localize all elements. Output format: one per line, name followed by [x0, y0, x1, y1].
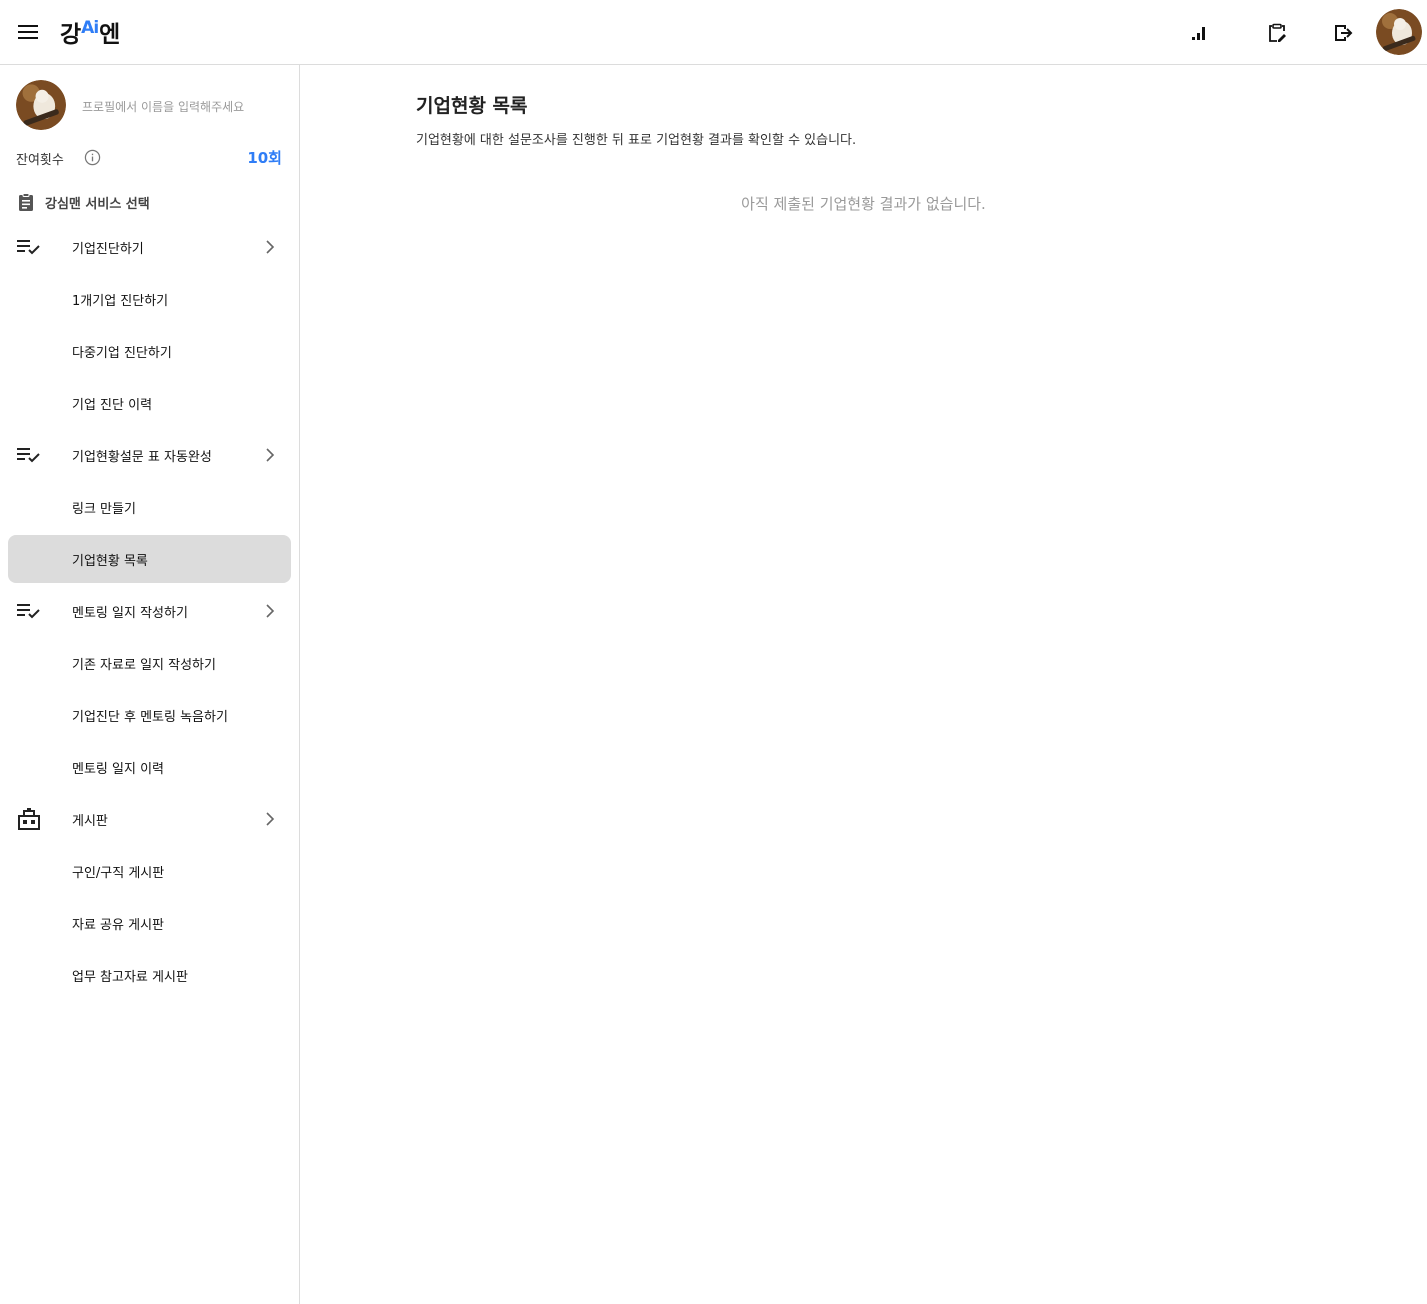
- nav-label: 기업진단 후 멘토링 녹음하기: [72, 709, 228, 725]
- nav-label: 다중기업 진단하기: [72, 345, 172, 361]
- nav-item-multi-diagnosis[interactable]: 다중기업 진단하기: [8, 327, 291, 375]
- menu-icon: [18, 25, 38, 39]
- nav-item-diagnosis-history[interactable]: 기업 진단 이력: [8, 379, 291, 427]
- nav-group-mentoring-log[interactable]: 멘토링 일지 작성하기: [8, 587, 291, 635]
- empty-state-message: 아직 제출된 기업현황 결과가 없습니다.: [741, 195, 986, 213]
- profile-avatar[interactable]: [16, 80, 66, 130]
- remaining-count-value: 10회: [247, 149, 282, 167]
- nav-item-mentoring-history[interactable]: 멘토링 일지 이력: [8, 743, 291, 791]
- checklist-icon: [17, 448, 40, 463]
- nav-item-log-from-existing[interactable]: 기존 자료로 일지 작성하기: [8, 639, 291, 687]
- nav-label: 링크 만들기: [72, 501, 136, 517]
- nav-item-make-link[interactable]: 링크 만들기: [8, 483, 291, 531]
- nav-label: 1개기업 진단하기: [72, 293, 169, 309]
- stats-button[interactable]: [1184, 18, 1214, 48]
- clipboard-edit-icon: [1269, 23, 1286, 42]
- service-section-header: 강심맨 서비스 선택: [16, 192, 150, 212]
- sidebar: 프로필에서 이름을 입력해주세요 잔여횟수 10회 강심맨 서비스 선택 기업진…: [0, 65, 300, 1304]
- logo-text-right: 엔: [99, 22, 120, 48]
- checklist-icon: [17, 604, 40, 619]
- section-title: 강심맨 서비스 선택: [45, 196, 150, 212]
- profile-name-placeholder: 프로필에서 이름을 입력해주세요: [82, 100, 245, 114]
- chevron-right-icon: [266, 448, 275, 462]
- nav-label: 업무 참고자료 게시판: [72, 969, 188, 985]
- nav-label: 멘토링 일지 이력: [72, 761, 164, 777]
- app-logo[interactable]: 강 Ai 엔: [60, 14, 120, 50]
- checklist-icon: [17, 240, 40, 255]
- bar-chart-icon: [1192, 27, 1205, 40]
- nav-group-diagnosis[interactable]: 기업진단하기: [8, 223, 291, 271]
- logo-text-left: 강: [60, 22, 81, 48]
- remaining-count-label: 잔여횟수: [16, 153, 64, 168]
- nav-group-survey-autofill[interactable]: 기업현황설문 표 자동완성: [8, 431, 291, 479]
- nav-label: 기존 자료로 일지 작성하기: [72, 657, 216, 673]
- nav-label: 기업현황 목록: [72, 553, 148, 569]
- top-bar: 강 Ai 엔: [0, 0, 1427, 65]
- nav-label: 기업현황설문 표 자동완성: [72, 449, 212, 465]
- chevron-right-icon: [266, 812, 275, 826]
- nav-label: 기업진단하기: [72, 241, 144, 257]
- chevron-right-icon: [266, 240, 275, 254]
- nav-item-reference-board[interactable]: 업무 참고자료 게시판: [8, 951, 291, 999]
- building-icon: [18, 808, 40, 830]
- logout-button[interactable]: [1328, 18, 1358, 48]
- page-title: 기업현황 목록: [416, 95, 528, 117]
- chevron-right-icon: [266, 604, 275, 618]
- nav-item-share-board[interactable]: 자료 공유 게시판: [8, 899, 291, 947]
- nav-item-single-diagnosis[interactable]: 1개기업 진단하기: [8, 275, 291, 323]
- nav-item-record-mentoring[interactable]: 기업진단 후 멘토링 녹음하기: [8, 691, 291, 739]
- nav-group-board[interactable]: 게시판: [8, 795, 291, 843]
- logo-text-ai: Ai: [81, 18, 99, 38]
- nav-label: 게시판: [72, 813, 108, 829]
- info-icon[interactable]: [84, 149, 101, 166]
- page-description: 기업현황에 대한 설문조사를 진행한 뒤 표로 기업현황 결과를 확인할 수 있…: [416, 133, 857, 148]
- nav-label: 멘토링 일지 작성하기: [72, 605, 188, 621]
- nav-item-job-board[interactable]: 구인/구직 게시판: [8, 847, 291, 895]
- clipboard-icon: [19, 193, 33, 211]
- menu-button[interactable]: [14, 18, 42, 46]
- nav-label: 기업 진단 이력: [72, 397, 153, 413]
- nav-label: 자료 공유 게시판: [72, 917, 164, 933]
- logout-icon: [1335, 25, 1353, 41]
- avatar[interactable]: [1376, 9, 1422, 55]
- nav-item-company-status-list[interactable]: 기업현황 목록: [8, 535, 291, 583]
- nav-label: 구인/구직 게시판: [72, 865, 165, 881]
- survey-button[interactable]: [1262, 18, 1292, 48]
